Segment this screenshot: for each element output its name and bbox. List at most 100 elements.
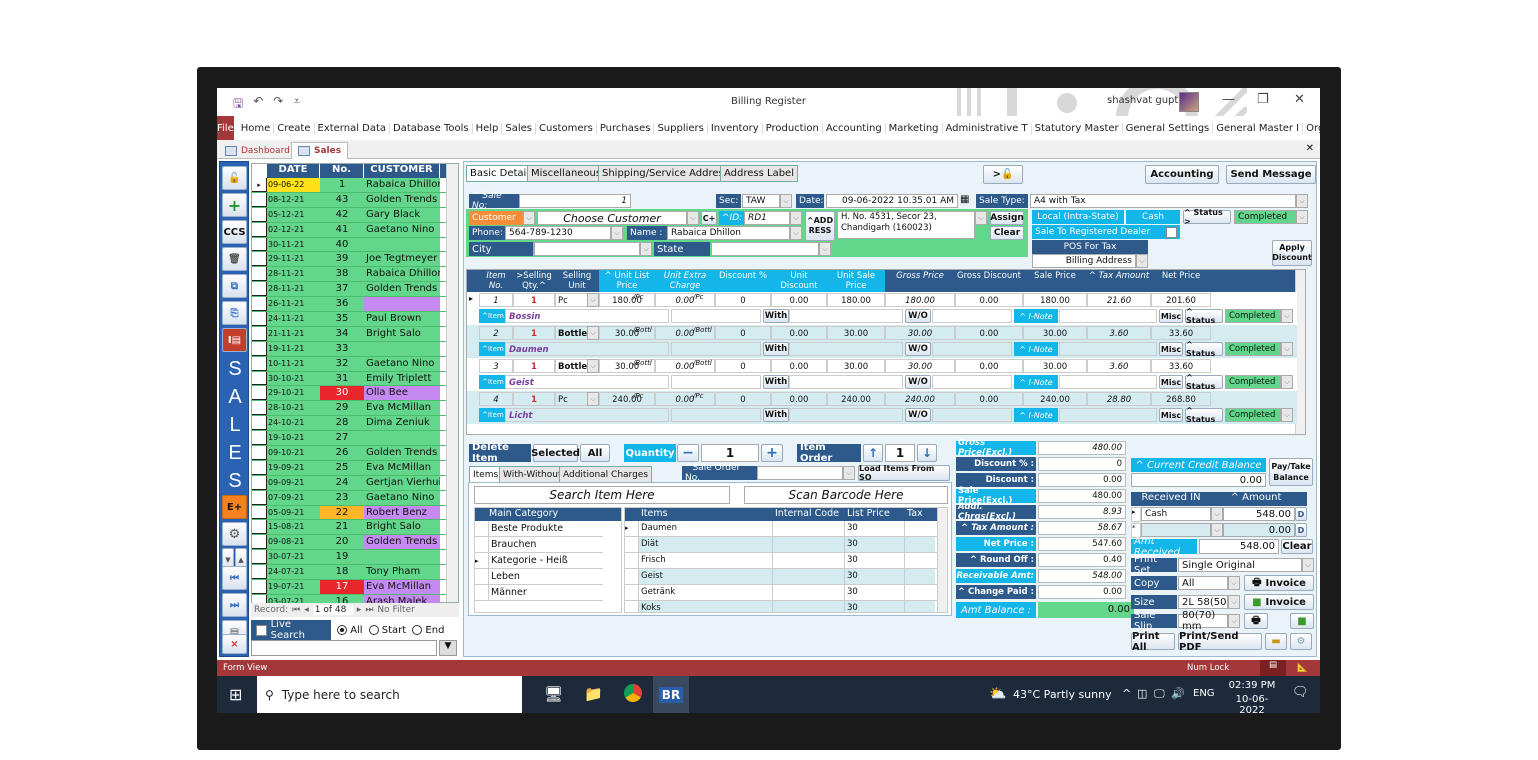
inote-field[interactable]: [1059, 375, 1157, 389]
record-selector[interactable]: ▸: [475, 553, 489, 568]
chrome-icon[interactable]: [624, 684, 642, 702]
record-selector[interactable]: [252, 326, 267, 341]
next-record-icon[interactable]: ▸: [357, 605, 362, 615]
address-dropdown-icon[interactable]: ⌵: [975, 211, 987, 225]
item-status-field[interactable]: Completed: [1225, 342, 1281, 356]
radio-start[interactable]: Start: [368, 624, 406, 636]
record-selector[interactable]: [252, 252, 267, 267]
record-selector[interactable]: [625, 585, 639, 600]
add-customer-button[interactable]: C+: [701, 211, 717, 225]
move-up-button[interactable]: ↑: [863, 444, 883, 462]
with-field[interactable]: [789, 309, 903, 323]
state-field[interactable]: [711, 242, 819, 256]
preview-invoice-button[interactable]: ■ Invoice: [1244, 594, 1314, 610]
grid-header-7[interactable]: Unit Sale Price: [827, 270, 885, 292]
cell-unit_sale[interactable]: 180.00: [827, 293, 885, 307]
grid-header-3[interactable]: ^ Unit List Price: [599, 270, 655, 292]
record-selector[interactable]: [625, 553, 639, 568]
without-field[interactable]: [932, 309, 1012, 323]
item-status-dropdown-icon[interactable]: ⌵: [1281, 408, 1293, 422]
with-button[interactable]: With: [763, 342, 789, 356]
registered-dealer-checkbox[interactable]: [1166, 227, 1177, 238]
grid-header-1[interactable]: >Selling Qty.^: [513, 270, 555, 292]
radio-end[interactable]: End: [412, 624, 444, 636]
record-selector[interactable]: [252, 312, 267, 326]
report-icon[interactable]: I▤: [222, 328, 247, 352]
e-plus-button[interactable]: E+: [222, 495, 247, 519]
delete-all-button[interactable]: All: [580, 444, 610, 462]
file-explorer-icon[interactable]: 📁: [584, 685, 603, 703]
clear-payment-button[interactable]: Clear: [1281, 539, 1313, 554]
date-field[interactable]: 09-06-2022 10.35.01 AM: [826, 194, 958, 208]
header-date[interactable]: DATE: [267, 164, 320, 178]
radio-all[interactable]: All: [337, 624, 363, 636]
record-number-input[interactable]: 1 of 48: [312, 605, 353, 615]
item-name[interactable]: Bossin: [505, 309, 669, 323]
delete-payment-button[interactable]: D: [1295, 507, 1307, 521]
record-selector[interactable]: [252, 431, 267, 446]
payment-mode-dropdown-icon[interactable]: ⌵: [1211, 523, 1223, 537]
item-status-button[interactable]: ^ Status: [1185, 406, 1223, 424]
list-item[interactable]: 19-09-21 25 Eva McMillan: [252, 460, 458, 476]
lock-toggle-button[interactable]: >🔓: [983, 165, 1023, 184]
grid-row[interactable]: 3 1 Bottle 30.00 0.00 0 0.00 30.00 30.00 0.00 30.0…: [467, 358, 1297, 391]
list-item[interactable]: 19-11-21 33: [252, 341, 458, 357]
ribbon-tab-marketing[interactable]: Marketing: [886, 122, 943, 134]
record-selector[interactable]: [252, 535, 267, 550]
inote-field[interactable]: [1059, 408, 1157, 422]
header-no[interactable]: No.: [320, 164, 364, 178]
item-status-button[interactable]: ^ Status: [1185, 373, 1223, 391]
item-status-dropdown-icon[interactable]: ⌵: [1281, 375, 1293, 389]
windows-start-icon[interactable]: ⊞: [229, 685, 242, 704]
cell-disc_pct[interactable]: 0: [715, 326, 771, 340]
duplicate-icon[interactable]: ⎘: [222, 301, 247, 325]
choose-customer-field[interactable]: Choose Customer: [537, 211, 687, 225]
catalog-item[interactable]: ▸ Daumen 30: [625, 521, 947, 537]
pos-field[interactable]: Billing Address: [1032, 254, 1136, 268]
file-tab[interactable]: File: [217, 116, 234, 140]
list-item[interactable]: 09-09-21 24 Gertjan Vierhuiz: [252, 475, 458, 491]
ribbon-tab-external-data[interactable]: External Data: [315, 122, 391, 134]
ribbon-tab-production[interactable]: Production: [763, 122, 823, 134]
item-status-field[interactable]: Completed: [1225, 309, 1281, 323]
grid-header-2[interactable]: Selling Unit: [555, 270, 599, 292]
list-item[interactable]: 19-10-21 27: [252, 431, 458, 447]
without-button[interactable]: W/O: [905, 342, 931, 356]
with-button[interactable]: With: [763, 408, 789, 422]
name-field[interactable]: Rabaica Dhillon: [667, 226, 790, 240]
with-button[interactable]: With: [763, 375, 789, 389]
record-selector[interactable]: [252, 192, 267, 207]
sale-type-dropdown-icon[interactable]: ⌵: [1296, 194, 1308, 208]
close-button[interactable]: ✕: [1294, 92, 1305, 107]
item-status-button[interactable]: ^ Status: [1185, 340, 1223, 358]
inote-label[interactable]: ^ I-Note: [1014, 375, 1058, 389]
copy-dropdown-icon[interactable]: ⌵: [1228, 576, 1240, 590]
misc-button[interactable]: Misc: [1159, 309, 1183, 323]
payment-mode-dropdown-icon[interactable]: ⌵: [1211, 507, 1223, 521]
unit-dropdown-icon[interactable]: ⌵: [587, 392, 599, 406]
cell-unit_sale[interactable]: 30.00: [827, 359, 885, 373]
send-message-button[interactable]: Send Message: [1226, 165, 1316, 184]
catalog-header-2[interactable]: List Price: [845, 508, 905, 521]
inote-label[interactable]: ^ I-Note: [1014, 309, 1058, 323]
list-item[interactable]: 28-11-21 38 Rabaica Dhillon: [252, 267, 458, 283]
misc-button[interactable]: Misc: [1159, 342, 1183, 356]
subtab-items[interactable]: Items: [469, 466, 503, 483]
record-selector[interactable]: [252, 371, 267, 386]
restore-button[interactable]: ❐: [1257, 92, 1269, 107]
record-selector[interactable]: [252, 475, 267, 490]
local-intrastate-label[interactable]: Local (Intra-State): [1032, 210, 1124, 224]
list-item[interactable]: 08-12-21 43 Golden Trends: [252, 192, 458, 208]
record-selector[interactable]: [252, 207, 267, 222]
sec-dropdown-icon[interactable]: ⌵: [780, 194, 792, 208]
item-name[interactable]: Geist: [505, 375, 669, 389]
print-send-pdf-button[interactable]: Print/Send PDF: [1178, 631, 1262, 653]
item-order-input[interactable]: 1: [885, 444, 915, 462]
sale-slip-dropdown-icon[interactable]: ⌵: [1228, 614, 1240, 628]
record-selector[interactable]: [252, 505, 267, 520]
item-description[interactable]: [671, 342, 761, 356]
add-address-button[interactable]: ^ADD RESS: [805, 211, 835, 241]
grid-header-12[interactable]: Net Price: [1151, 270, 1211, 292]
tab-address-label[interactable]: Address Label: [720, 165, 798, 182]
preview-slip-icon[interactable]: ■: [1290, 613, 1314, 629]
